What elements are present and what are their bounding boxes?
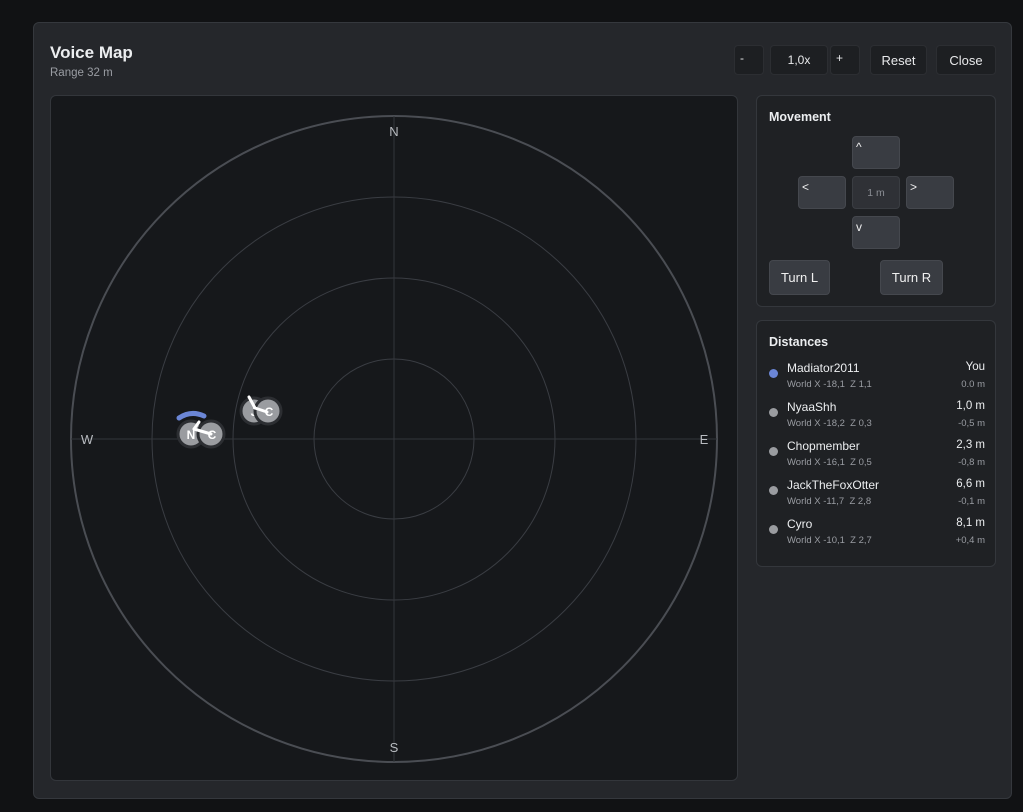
distances-card: Distances Madiator2011 World X -18,1 Z 1,… <box>756 320 996 567</box>
close-button[interactable]: Close <box>936 45 996 75</box>
player-height-delta: 0.0 m <box>961 379 985 390</box>
movement-card: Movement ^ < 1 m > v Turn L Turn R <box>756 95 996 307</box>
zoom-in-button[interactable]: + <box>830 45 860 75</box>
player-row[interactable]: JackTheFoxOtter World X -11,7 Z 2,8 6,6 m -… <box>757 476 997 514</box>
player-status-dot <box>769 369 778 378</box>
marker-initial: C <box>208 428 217 442</box>
compass-north: N <box>389 124 398 139</box>
player-height-delta: -0,5 m <box>958 418 985 429</box>
player-name: Chopmember <box>787 439 860 453</box>
player-world-coords: World X -10,1 Z 2,7 <box>787 535 872 546</box>
player-distance: 2,3 m <box>956 439 985 451</box>
player-status-dot <box>769 525 778 534</box>
player-name: NyaaShh <box>787 400 837 414</box>
player-height-delta: -0,8 m <box>958 457 985 468</box>
player-world-coords: World X -18,1 Z 1,1 <box>787 379 872 390</box>
reset-button[interactable]: Reset <box>870 45 927 75</box>
range-label: Range 32 m <box>50 67 113 79</box>
player-name: Madiator2011 <box>787 361 860 375</box>
player-row[interactable]: Chopmember World X -16,1 Z 0,5 2,3 m -0,8 m <box>757 437 997 475</box>
player-world-coords: World X -16,1 Z 0,5 <box>787 457 872 468</box>
player-status-dot <box>769 486 778 495</box>
move-up-button[interactable]: ^ <box>852 136 900 169</box>
player-name: Cyro <box>787 517 813 531</box>
move-right-button[interactable]: > <box>906 176 954 209</box>
compass-south: S <box>390 740 399 755</box>
player-distance: You <box>965 361 985 373</box>
turn-left-button[interactable]: Turn L <box>769 260 830 295</box>
player-height-delta: +0,4 m <box>955 535 985 546</box>
player-status-dot <box>769 447 778 456</box>
player-height-delta: -0,1 m <box>958 496 985 507</box>
player-world-coords: World X -18,2 Z 0,3 <box>787 418 872 429</box>
player-row[interactable]: NyaaShh World X -18,2 Z 0,3 1,0 m -0,5 m <box>757 398 997 436</box>
voice-map-panel: Voice Map Range 32 m - 1,0x + Reset Clos… <box>33 22 1012 799</box>
compass-west: W <box>81 432 94 447</box>
player-status-dot <box>769 408 778 417</box>
move-down-button[interactable]: v <box>852 216 900 249</box>
player-world-coords: World X -11,7 Z 2,8 <box>787 496 872 507</box>
turn-right-button[interactable]: Turn R <box>880 260 943 295</box>
radar-canvas: N S E W N C J C <box>70 115 718 763</box>
zoom-out-button[interactable]: - <box>734 45 764 75</box>
distances-title: Distances <box>769 335 829 349</box>
player-row[interactable]: Madiator2011 World X -18,1 Z 1,1 You 0.0 m <box>757 359 997 397</box>
move-left-button[interactable]: < <box>798 176 846 209</box>
radar-map[interactable]: N S E W N C J C <box>50 95 738 781</box>
zoom-level-display: 1,0x <box>770 45 828 75</box>
compass-east: E <box>700 432 709 447</box>
player-name: JackTheFoxOtter <box>787 478 880 492</box>
player-distance: 1,0 m <box>956 400 985 412</box>
player-row[interactable]: Cyro World X -10,1 Z 2,7 8,1 m +0,4 m <box>757 515 997 553</box>
movement-title: Movement <box>769 110 831 124</box>
step-size-display: 1 m <box>852 176 900 209</box>
player-distance: 8,1 m <box>956 517 985 529</box>
page-title: Voice Map <box>50 43 133 62</box>
player-distance: 6,6 m <box>956 478 985 490</box>
